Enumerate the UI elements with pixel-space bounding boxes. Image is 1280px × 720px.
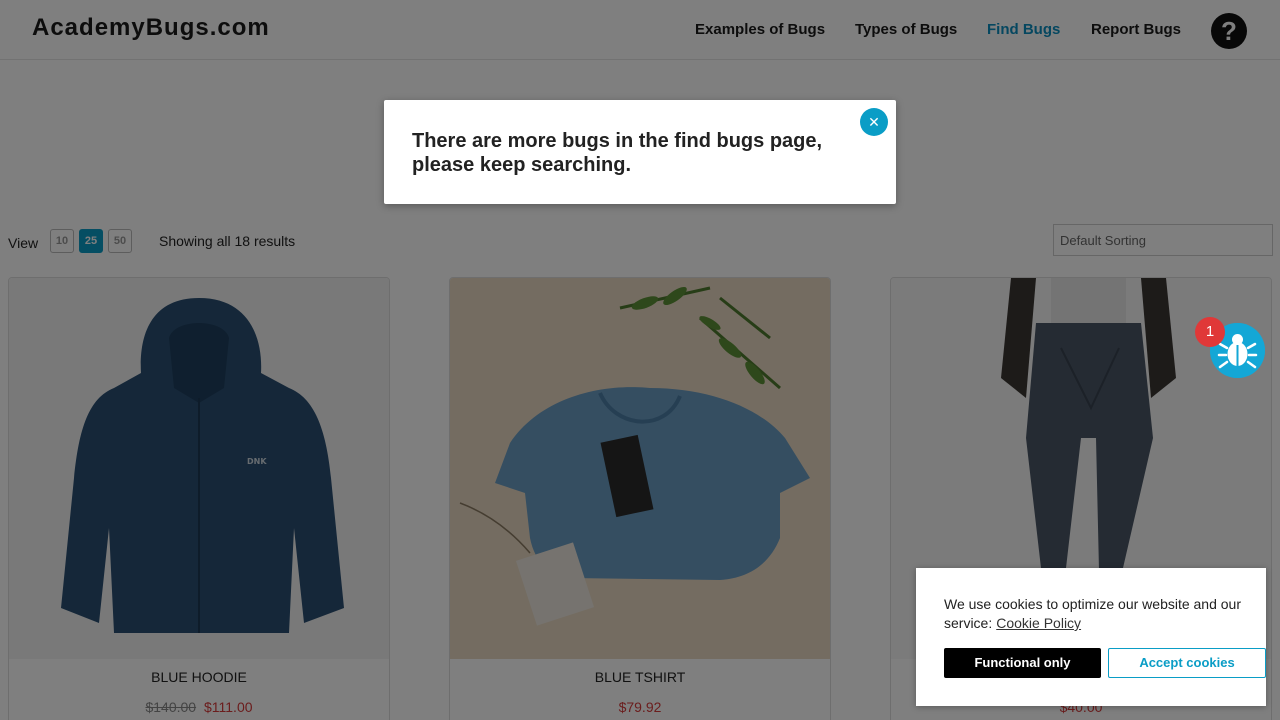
cookie-banner: We use cookies to optimize our website a…: [916, 568, 1266, 706]
cookie-policy-link[interactable]: Cookie Policy: [996, 615, 1081, 631]
cookie-message: We use cookies to optimize our website a…: [944, 595, 1254, 633]
functional-only-button[interactable]: Functional only: [944, 648, 1101, 678]
cookie-text: We use cookies to optimize our website a…: [944, 596, 1242, 631]
accept-cookies-button[interactable]: Accept cookies: [1108, 648, 1266, 678]
modal-message: There are more bugs in the find bugs pag…: [412, 130, 823, 176]
close-icon[interactable]: ✕: [860, 108, 888, 136]
bug-count-badge: 1: [1195, 317, 1225, 347]
info-modal: There are more bugs in the find bugs pag…: [384, 100, 896, 204]
